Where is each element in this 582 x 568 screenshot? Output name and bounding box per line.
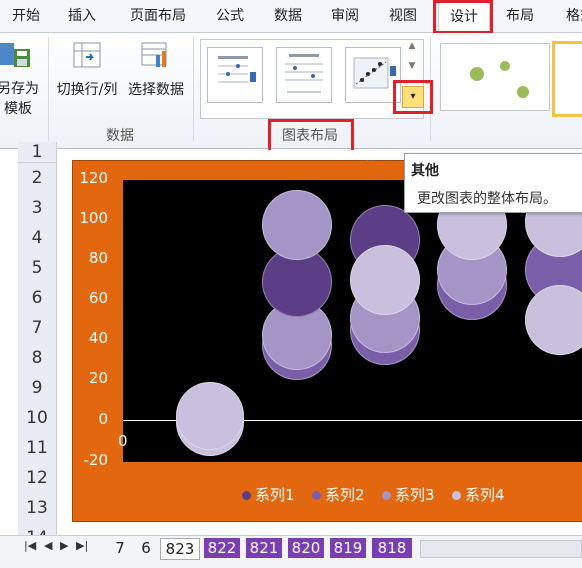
sheet-tab[interactable]: 821 <box>246 538 282 558</box>
tab-format[interactable]: 格式 <box>560 0 582 32</box>
divider <box>193 37 194 141</box>
divider <box>48 37 49 141</box>
tooltip-body: 更改图表的整体布局。 <box>417 191 557 207</box>
bubble-point[interactable] <box>176 382 244 450</box>
gallery-scroll-up-icon[interactable]: ▲ <box>404 41 420 59</box>
row-header[interactable]: 9 <box>18 373 57 404</box>
legend-dot-icon <box>452 491 461 500</box>
row-header[interactable]: 12 <box>18 463 57 494</box>
tab-view[interactable]: 视图 <box>383 0 423 32</box>
y-tick: 0 <box>98 410 108 428</box>
chart-style-option-2[interactable] <box>552 41 582 117</box>
tab-layout[interactable]: 布局 <box>500 0 540 32</box>
tab-insert[interactable]: 插入 <box>62 0 102 32</box>
legend-item-3: 系列3 <box>382 484 435 505</box>
legend-item-4: 系列4 <box>452 484 505 505</box>
y-tick: 100 <box>79 209 108 227</box>
legend-item-2: 系列2 <box>312 484 365 505</box>
save-template-icon[interactable] <box>0 39 34 71</box>
bubble-point[interactable] <box>262 190 332 260</box>
legend-label: 系列1 <box>255 486 295 504</box>
sheet-tab[interactable]: 820 <box>288 538 324 558</box>
data-group-label: 数据 <box>106 128 134 144</box>
bubble-point[interactable] <box>350 245 420 315</box>
sheet-tab-active[interactable]: 823 <box>160 538 200 560</box>
row-header[interactable]: 13 <box>18 493 57 524</box>
tab-data[interactable]: 数据 <box>268 0 308 32</box>
y-tick: 80 <box>88 249 108 267</box>
more-button-highlight <box>393 80 433 114</box>
row-header[interactable]: 6 <box>18 283 57 314</box>
save-template-button[interactable]: 另存为 模板 <box>0 79 40 119</box>
tab-formulas[interactable]: 公式 <box>210 0 250 32</box>
row-header[interactable]: 3 <box>18 193 57 224</box>
tab-review[interactable]: 审阅 <box>325 0 365 32</box>
chart-style-option-1[interactable] <box>440 43 550 111</box>
first-sheet-icon[interactable]: |◀ <box>24 539 36 552</box>
resize-handle-top-icon[interactable]: ⋯ <box>366 156 380 165</box>
legend-item-1: 系列1 <box>242 484 295 505</box>
tab-page-layout[interactable]: 页面布局 <box>124 0 192 32</box>
row-header[interactable]: 10 <box>18 403 57 434</box>
row-header[interactable]: 5 <box>18 253 57 284</box>
legend-label: 系列4 <box>465 486 505 504</box>
gallery-scroll-down-icon[interactable]: ▼ <box>404 61 420 79</box>
design-tab-highlight <box>433 0 493 34</box>
ribbon-tab-bar: 开始 插入 页面布局 公式 数据 审阅 视图 设计 布局 格式 <box>0 0 582 33</box>
row-header[interactable]: 7 <box>18 313 57 344</box>
layout-option-2[interactable] <box>276 47 332 103</box>
row-header[interactable]: 2 <box>18 163 57 194</box>
select-data-button[interactable]: 选择数据 <box>124 80 188 100</box>
prev-sheet-icon[interactable]: ◀ <box>44 539 52 552</box>
y-tick: 40 <box>88 329 108 347</box>
y-tick: -20 <box>83 451 109 469</box>
legend-label: 系列3 <box>395 486 435 504</box>
sheet-tab[interactable]: 818 <box>372 538 412 558</box>
sheet-tab[interactable]: 822 <box>204 538 240 558</box>
sheet-tab[interactable]: 7 <box>110 538 130 558</box>
row-header[interactable]: 4 <box>18 223 57 254</box>
select-data-icon[interactable] <box>140 41 172 71</box>
y-tick: 120 <box>79 169 108 187</box>
y-tick: 20 <box>88 369 108 387</box>
legend-dot-icon <box>242 491 251 500</box>
legend-dot-icon <box>312 491 321 500</box>
horizontal-scrollbar[interactable] <box>420 540 582 558</box>
y-tick: 60 <box>88 289 108 307</box>
tooltip-title: 其他 <box>411 163 439 179</box>
sheet-tab[interactable]: 819 <box>330 538 366 558</box>
legend-dot-icon <box>382 491 391 500</box>
switch-row-col-button[interactable]: 切换行/列 <box>52 80 122 100</box>
tooltip: 其他 更改图表的整体布局。 <box>404 153 582 213</box>
tab-home[interactable]: 开始 <box>6 0 46 32</box>
sheet-tab[interactable]: 6 <box>136 538 156 558</box>
next-sheet-icon[interactable]: ▶ <box>60 539 68 552</box>
chart-layout-highlight <box>268 119 354 153</box>
sheet-tab-bar: |◀ ◀ ▶ ▶| 7 6 823 822 821 820 819 818 <box>0 535 582 568</box>
row-header[interactable]: 11 <box>18 433 57 464</box>
row-header[interactable]: 8 <box>18 343 57 374</box>
layout-option-1[interactable] <box>207 47 263 103</box>
x-tick-0: 0 <box>118 432 128 450</box>
switch-row-col-icon[interactable] <box>72 41 104 71</box>
legend-label: 系列2 <box>325 486 365 504</box>
row-header[interactable]: 1 <box>18 142 57 163</box>
last-sheet-icon[interactable]: ▶| <box>76 539 88 552</box>
